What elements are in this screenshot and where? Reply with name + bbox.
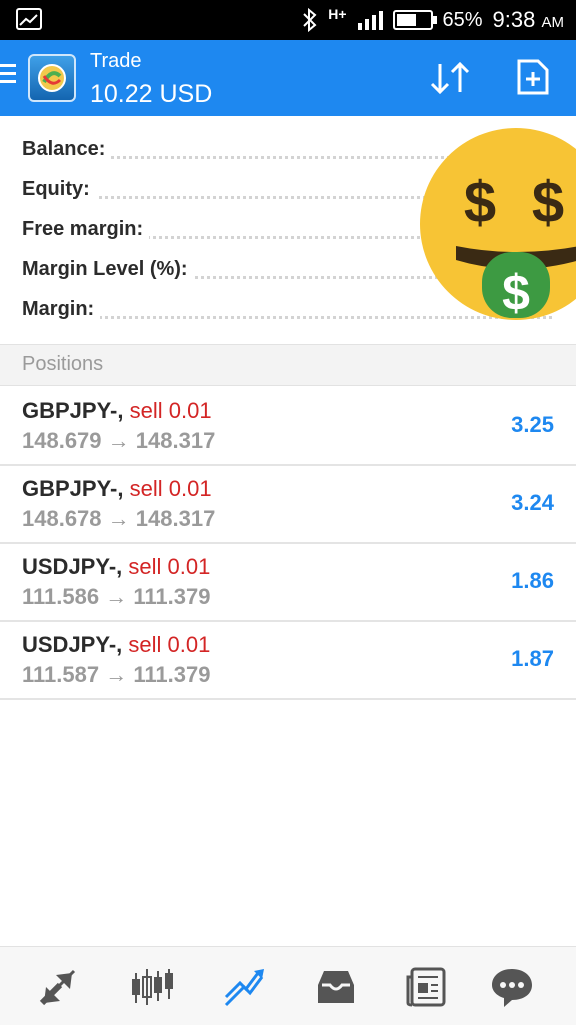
page-title: Trade [90, 50, 142, 72]
position-symbol: GBPJPY-, [22, 398, 124, 423]
svg-text:$: $ [464, 170, 496, 235]
chart-icon[interactable] [130, 965, 174, 1009]
position-row[interactable]: GBPJPY-, sell 0.01 148.679 → 148.317 3.2… [0, 386, 576, 466]
position-profit: 3.24 [511, 490, 554, 515]
new-order-icon[interactable] [516, 58, 550, 96]
history-icon[interactable] [314, 965, 358, 1009]
position-symbol: GBPJPY-, [22, 476, 124, 501]
position-prices: 148.679 → 148.317 [22, 428, 215, 454]
free-margin-label: Free margin: [22, 218, 150, 241]
position-type: sell 0.01 [128, 554, 211, 579]
position-symbol-line: USDJPY-, sell 0.01 [22, 632, 210, 658]
position-prices: 111.586 → 111.379 [22, 584, 210, 610]
position-type: sell 0.01 [128, 632, 211, 657]
news-icon[interactable] [404, 965, 448, 1009]
network-type: H+ [328, 6, 347, 22]
header-balance: 10.22 USD [90, 80, 213, 108]
quotes-icon[interactable] [36, 965, 80, 1009]
money-mouth-face-icon: $ $ $ [420, 128, 576, 321]
position-profit: 1.86 [511, 568, 554, 593]
position-current-price: 148.317 [135, 506, 216, 531]
chat-icon[interactable] [490, 965, 534, 1009]
bluetooth-icon [302, 8, 318, 32]
position-open-price: 111.586 [22, 584, 100, 609]
position-open-price: 111.587 [22, 662, 100, 687]
svg-text:$: $ [532, 170, 564, 235]
position-current-price: 111.379 [133, 584, 211, 609]
balance-label: Balance: [22, 138, 112, 161]
app-logo[interactable] [28, 54, 76, 102]
battery-icon [392, 10, 437, 30]
position-prices: 111.587 → 111.379 [22, 662, 210, 688]
network-type-icon: H+ [328, 6, 346, 22]
position-symbol-line: GBPJPY-, sell 0.01 [22, 476, 212, 502]
sort-icon[interactable] [428, 60, 472, 96]
trade-icon[interactable] [222, 965, 266, 1009]
position-symbol-line: USDJPY-, sell 0.01 [22, 554, 210, 580]
positions-header-label: Positions [22, 353, 104, 375]
margin-label: Margin: [22, 298, 101, 321]
position-row[interactable]: USDJPY-, sell 0.01 111.587 → 111.379 1.8… [0, 620, 576, 700]
screenshot-icon [16, 8, 42, 30]
position-prices: 148.678 → 148.317 [22, 506, 215, 532]
status-bar: H+ 65% 9:38 AM [0, 0, 576, 40]
bottom-navigation [0, 946, 576, 1025]
arrow-icon: → [105, 662, 128, 687]
clock: 9:38 AM [493, 7, 564, 33]
position-symbol: USDJPY-, [22, 554, 123, 579]
position-row[interactable]: USDJPY-, sell 0.01 111.586 → 111.379 1.8… [0, 542, 576, 622]
positions-header: Positions [0, 344, 576, 386]
position-profit: 3.25 [511, 412, 554, 437]
clock-time: 9:38 [492, 7, 536, 32]
margin-level-label: Margin Level (%): [22, 258, 194, 281]
signal-icon [357, 9, 383, 31]
svg-text:$: $ [502, 265, 530, 321]
clock-ampm: AM [541, 14, 565, 31]
arrow-icon: → [105, 584, 128, 609]
position-type: sell 0.01 [129, 398, 212, 423]
position-current-price: 111.379 [133, 662, 211, 687]
position-row[interactable]: GBPJPY-, sell 0.01 148.678 → 148.317 3.2… [0, 464, 576, 544]
position-open-price: 148.678 [22, 506, 102, 531]
battery-percent: 65% [442, 8, 483, 31]
position-open-price: 148.679 [22, 428, 102, 453]
position-symbol: USDJPY-, [22, 632, 123, 657]
position-type: sell 0.01 [129, 476, 212, 501]
menu-icon[interactable] [0, 64, 16, 90]
arrow-icon: → [107, 506, 130, 531]
position-profit: 1.87 [511, 646, 554, 671]
app-header: Trade 10.22 USD [0, 40, 576, 116]
position-symbol-line: GBPJPY-, sell 0.01 [22, 398, 212, 424]
arrow-icon: → [107, 428, 130, 453]
equity-label: Equity: [22, 178, 96, 201]
position-current-price: 148.317 [135, 428, 216, 453]
